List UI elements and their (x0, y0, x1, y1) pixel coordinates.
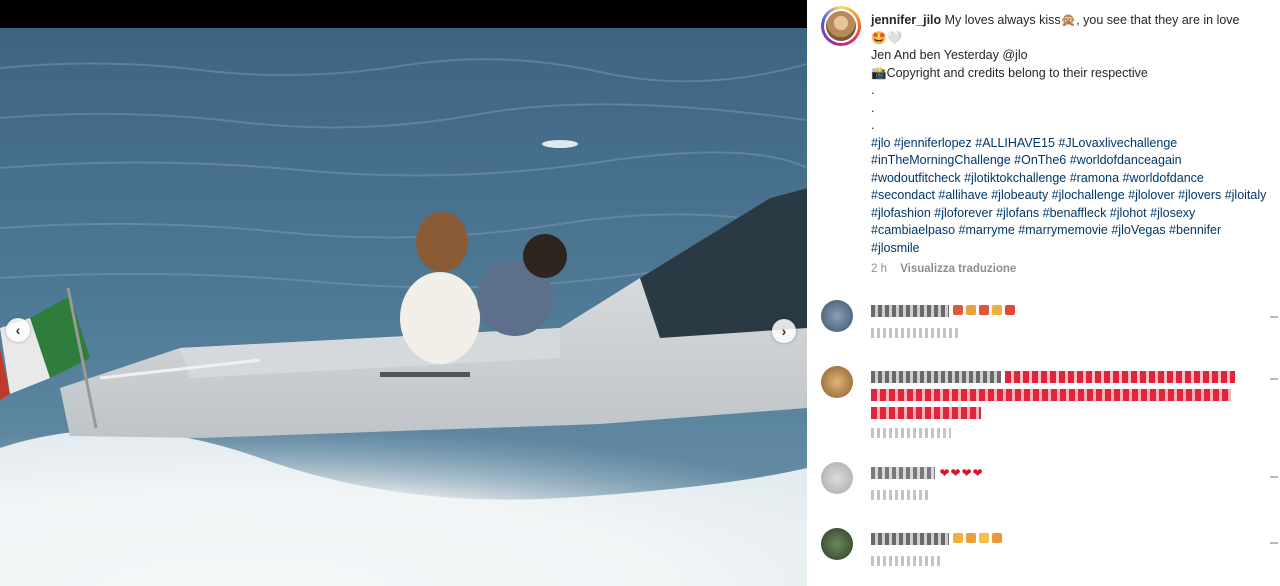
post-sidebar: jennifer_jilo My loves always kiss🙊, you… (807, 0, 1280, 586)
commenter-avatar[interactable] (821, 462, 853, 494)
comment-hearts: ❤❤❤❤ (939, 466, 984, 480)
commenter-avatar[interactable] (821, 528, 853, 560)
caption-line-2: Jen And ben Yesterday @jlo (871, 48, 1028, 62)
commenter-avatar[interactable] (821, 300, 853, 332)
post-time: 2 h (871, 263, 887, 275)
comment-meta-redacted (871, 556, 941, 566)
post-caption: jennifer_jilo My loves always kiss🙊, you… (871, 12, 1271, 257)
scroll-indicator (1270, 542, 1278, 544)
chevron-left-icon: ‹ (15, 322, 21, 338)
prev-photo-button[interactable]: ‹ (6, 318, 30, 342)
comment-item (821, 528, 1271, 572)
caption-line-1: My loves always kiss🙊, you see that they… (944, 13, 1240, 27)
caption-dot: . (871, 100, 875, 115)
author-avatar[interactable] (821, 6, 861, 46)
caption-emojis: 🤩🤍 (871, 30, 903, 45)
translate-link[interactable]: Visualizza traduzione (900, 263, 1016, 275)
author-username[interactable]: jennifer_jilo (871, 13, 941, 27)
media-top-bar (0, 0, 807, 28)
comment-item (821, 300, 1271, 344)
comment-meta-redacted (871, 328, 961, 338)
comment-text-redacted (871, 302, 1018, 317)
caption-dot: . (871, 118, 875, 132)
scroll-indicator (1270, 476, 1278, 478)
comment-text-redacted (871, 404, 1011, 419)
caption-hashtags[interactable]: #jlo #jenniferlopez #ALLIHAVE15 #JLovaxl… (871, 136, 1266, 255)
post-media: ‹ › (0, 0, 807, 586)
comment-text-redacted (871, 368, 1241, 383)
comment-item: ❤❤❤❤ (821, 462, 1271, 506)
scroll-indicator (1270, 378, 1278, 380)
commenter-avatar[interactable] (821, 366, 853, 398)
post-photo (0, 28, 807, 586)
caption-dot: . (871, 83, 875, 97)
comment-text-redacted (871, 386, 1241, 401)
caption-line-3: 📸Copyright and credits belong to their r… (871, 65, 1148, 80)
comment-meta-redacted (871, 428, 951, 438)
post-meta: 2 h Visualizza traduzione (871, 263, 1016, 275)
chevron-right-icon: › (781, 323, 787, 339)
next-photo-button[interactable]: › (772, 319, 796, 343)
scroll-indicator (1270, 316, 1278, 318)
comment-item (821, 366, 1271, 446)
comment-text: ❤❤❤❤ (871, 464, 984, 480)
comment-meta-redacted (871, 490, 931, 500)
comment-text-redacted (871, 530, 1005, 545)
